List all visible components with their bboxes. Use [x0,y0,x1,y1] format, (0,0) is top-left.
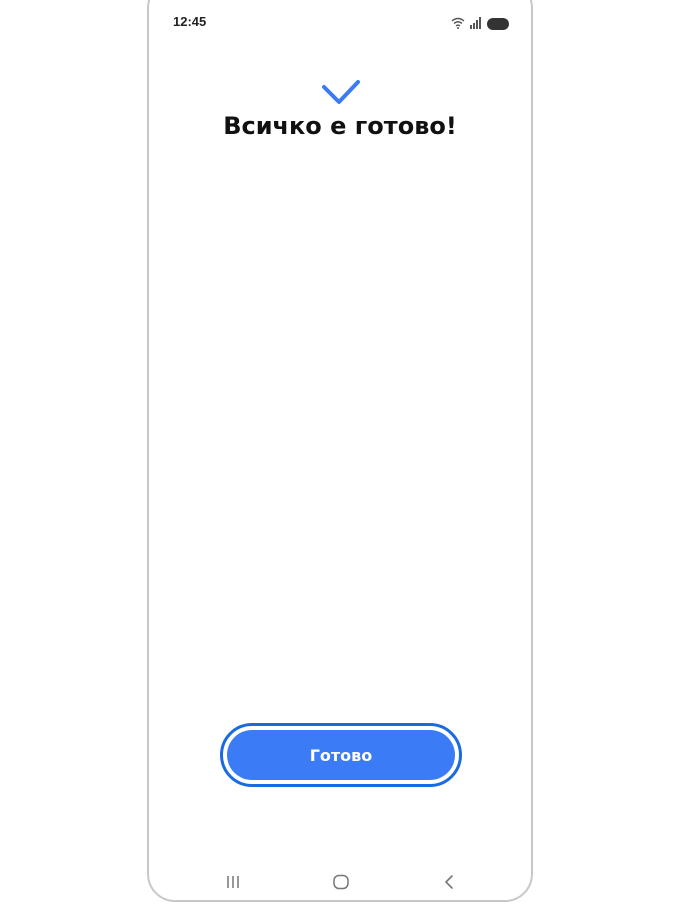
status-bar: 12:45 [149,2,531,44]
phone-frame: 12:45 Всичко е готово! Готово [147,0,533,902]
status-icons [451,14,509,33]
checkmark-icon [321,79,361,111]
wifi-icon [451,14,465,33]
status-time: 12:45 [173,14,207,29]
navigation-bar [149,864,531,900]
done-button-focus-ring: Готово [220,723,462,787]
recents-icon[interactable] [225,874,241,894]
back-icon[interactable] [442,874,456,894]
signal-icon [470,14,482,33]
battery-icon [487,17,509,30]
done-button[interactable]: Готово [227,730,455,780]
page-title: Всичко е готово! [223,112,457,140]
home-icon[interactable] [332,874,350,894]
